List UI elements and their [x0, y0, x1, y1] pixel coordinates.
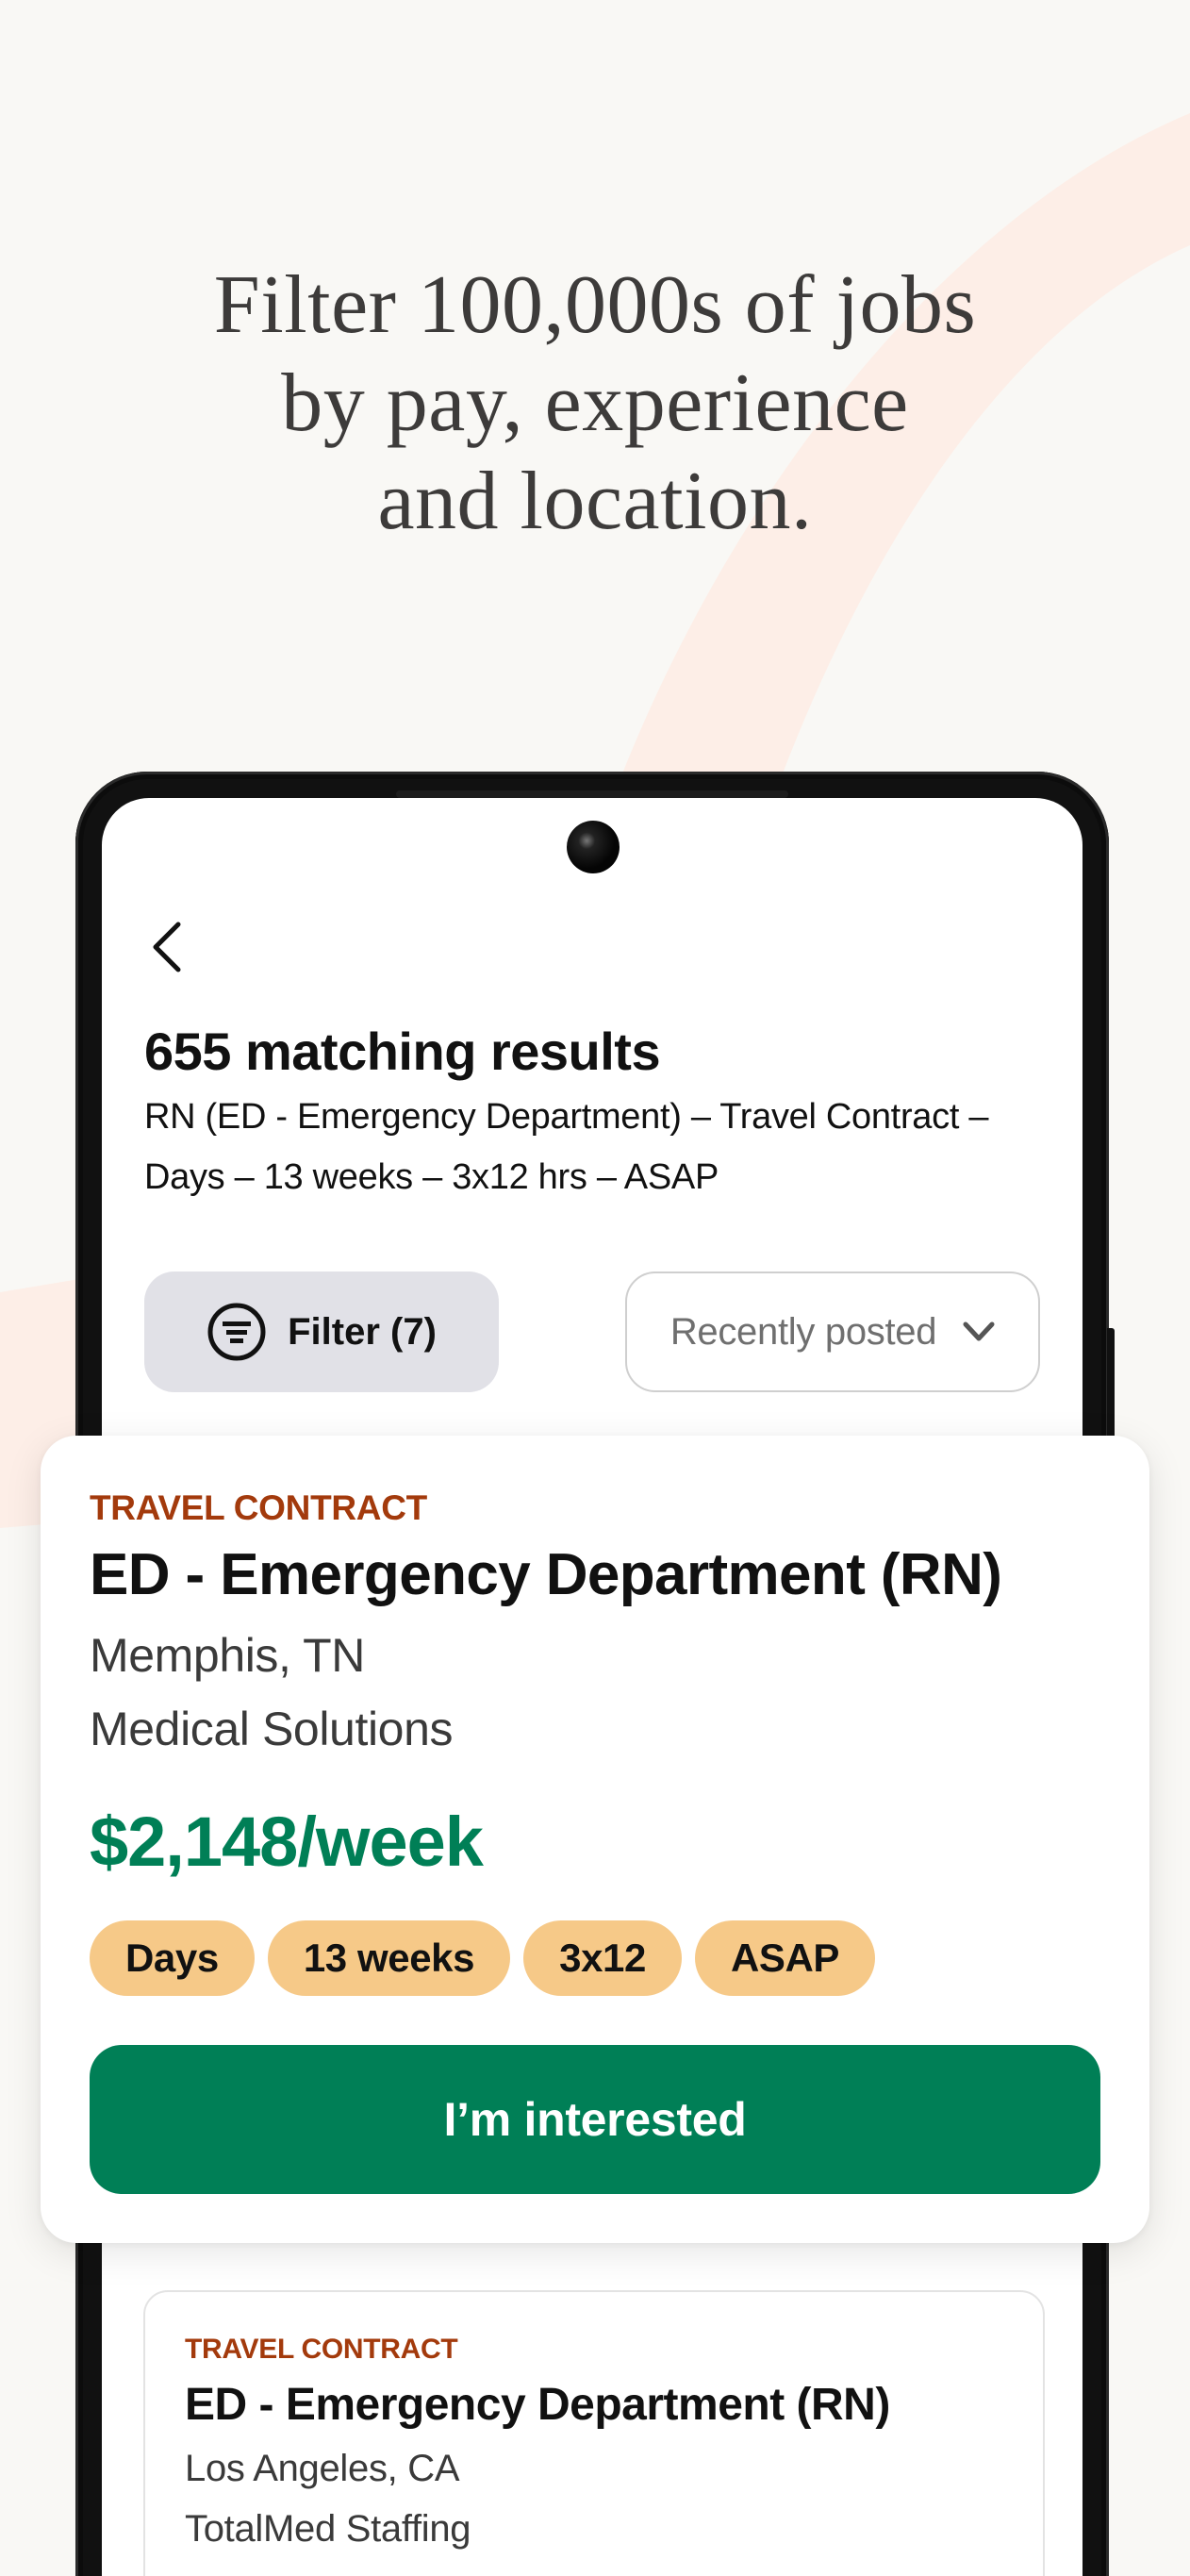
job-pay: $2,148/week: [90, 1803, 484, 1881]
phone-speaker: [396, 790, 788, 798]
back-button[interactable]: [145, 919, 187, 975]
filter-button-label: Filter (7): [288, 1310, 437, 1353]
filter-circle-icon: [207, 1303, 266, 1361]
headline: Filter 100,000s of jobs by pay, experien…: [0, 257, 1190, 551]
search-summary: RN (ED - Emergency Department) – Travel …: [144, 1097, 989, 1197]
job-title: ED - Emergency Department (RN): [185, 2380, 890, 2430]
tag-start: ASAP: [694, 1920, 876, 1996]
filter-button[interactable]: Filter (7): [144, 1271, 499, 1392]
headline-line-2: by pay, experience: [281, 357, 909, 449]
job-company: TotalMed Staffing: [185, 2508, 471, 2550]
headline-line-3: and location.: [377, 456, 813, 547]
chevron-left-icon: [153, 922, 181, 972]
job-location: Memphis, TN: [90, 1629, 365, 1682]
chevron-down-icon: [963, 1321, 995, 1341]
job-company: Medical Solutions: [90, 1703, 454, 1755]
tag-duration: 13 weeks: [267, 1920, 511, 1996]
job-card[interactable]: TRAVEL CONTRACT ED - Emergency Departmen…: [143, 2290, 1045, 2576]
sort-selected-value: Recently posted: [669, 1310, 937, 1353]
tag-shift: Days: [90, 1920, 255, 1996]
job-title: ED - Emergency Department (RN): [90, 1542, 1002, 1607]
sort-dropdown[interactable]: Recently posted: [625, 1271, 1040, 1392]
headline-line-1: Filter 100,000s of jobs: [213, 259, 977, 351]
job-type: TRAVEL CONTRACT: [90, 1488, 427, 1527]
results-count-title: 655 matching results: [144, 1022, 661, 1081]
featured-job-card[interactable]: TRAVEL CONTRACT ED - Emergency Departmen…: [41, 1436, 1149, 2243]
job-location: Los Angeles, CA: [185, 2448, 460, 2489]
job-tags: Days 13 weeks 3x12 ASAP: [90, 1920, 876, 1996]
job-type: TRAVEL CONTRACT: [185, 2334, 458, 2365]
interested-button[interactable]: I’m interested: [90, 2045, 1100, 2194]
tag-schedule: 3x12: [523, 1920, 682, 1996]
camera-icon: [567, 821, 620, 873]
